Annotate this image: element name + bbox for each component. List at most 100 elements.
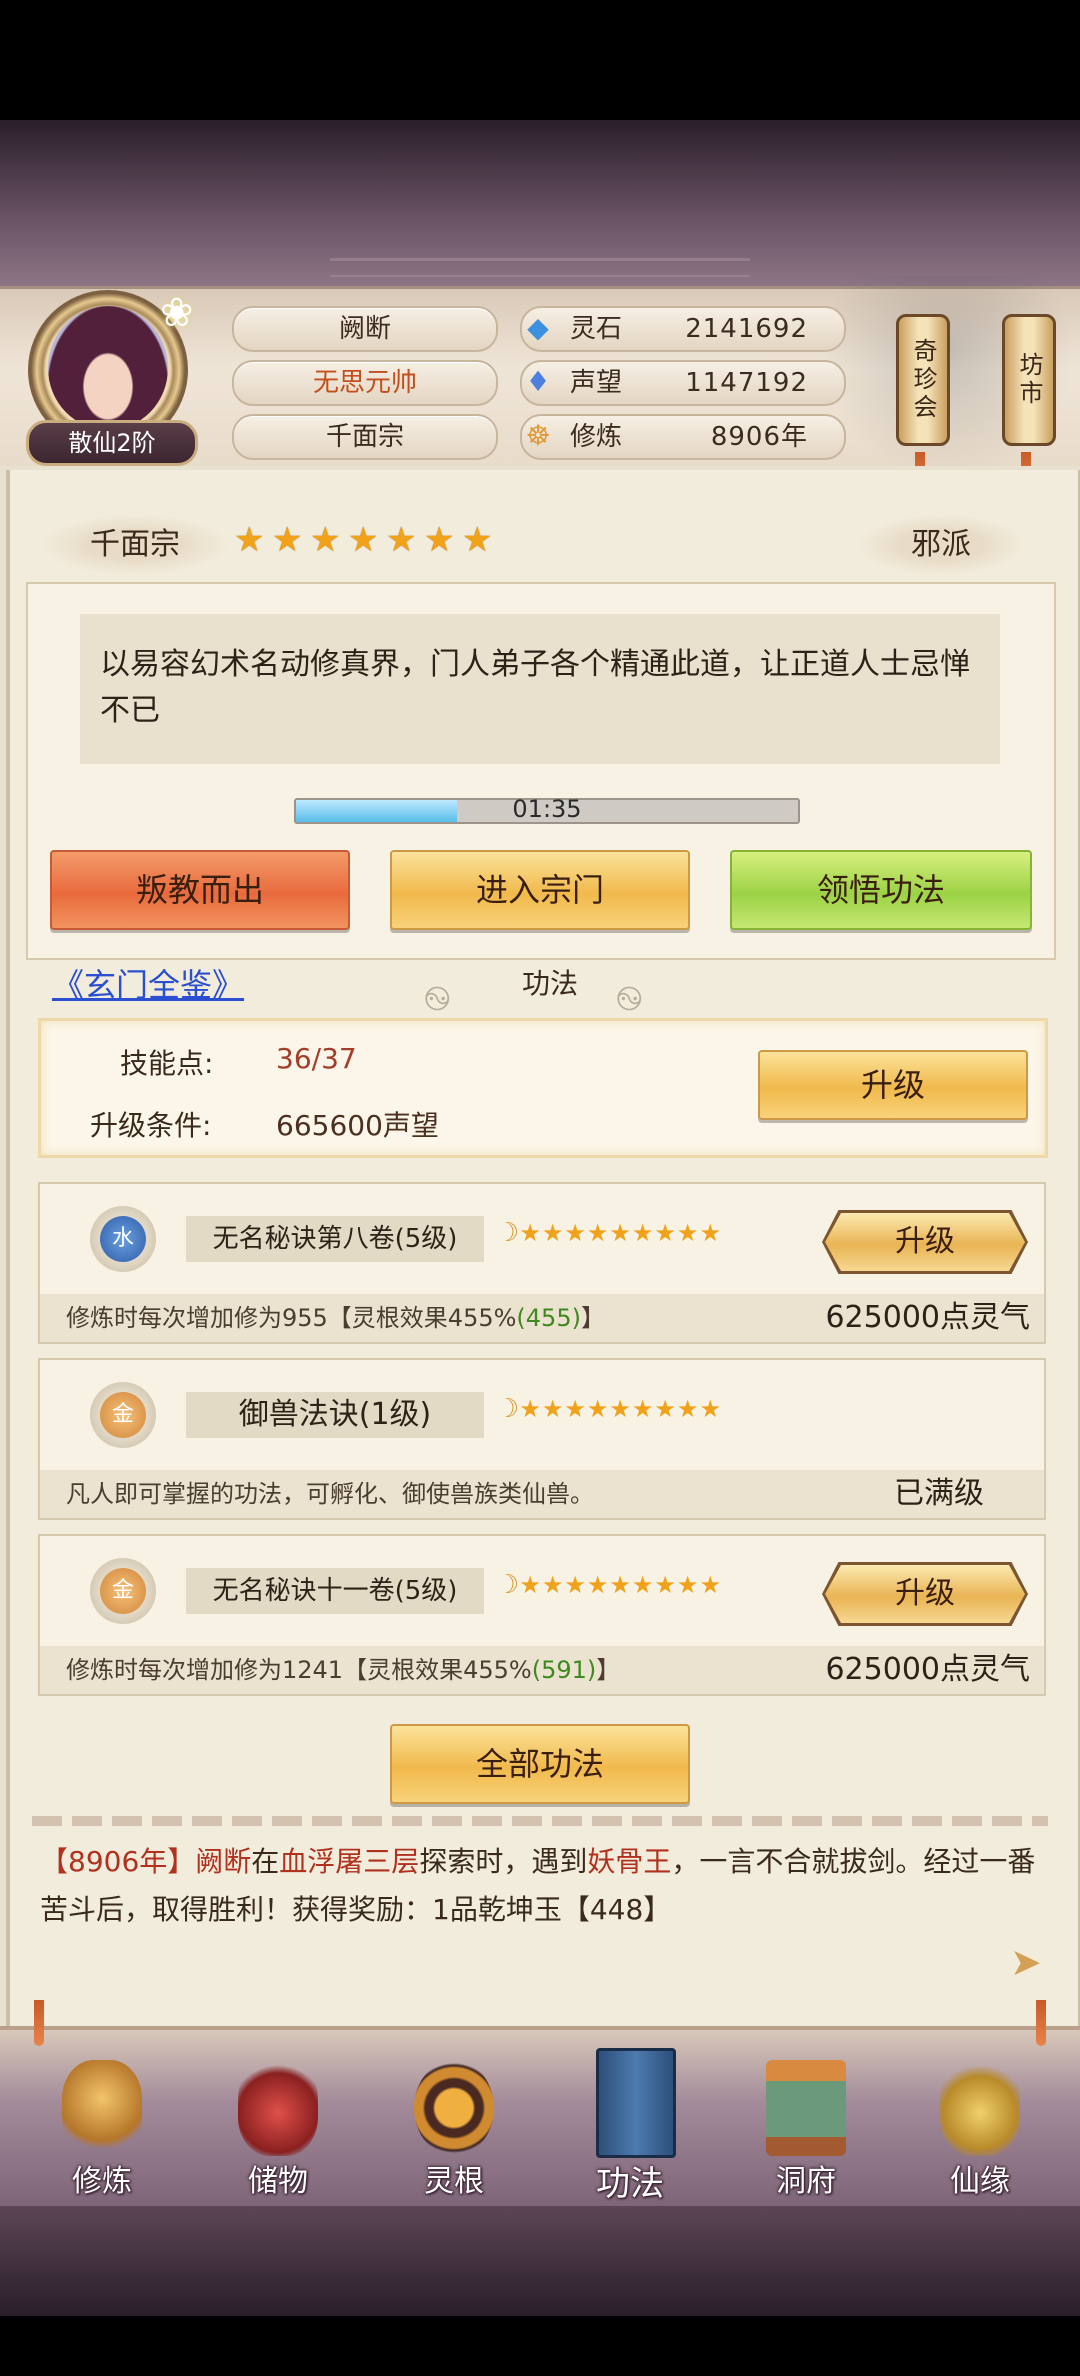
metal-element-icon: 金 bbox=[90, 1382, 156, 1448]
nav-storage[interactable]: 储物 bbox=[218, 2060, 338, 2210]
technique-stars: ☽★★★★★★★★★ bbox=[496, 1394, 722, 1424]
star-icon: ★ bbox=[564, 1571, 586, 1599]
upgrade-technique-button[interactable]: 升级 bbox=[825, 1565, 1025, 1623]
star-icon: ★ bbox=[519, 1219, 541, 1247]
star-icon: ★ bbox=[609, 1571, 631, 1599]
star-icon: ★ bbox=[541, 1571, 564, 1599]
sect-stars: ★ ★ ★ ★ ★ ★ ★ bbox=[234, 523, 500, 557]
comprehend-technique-button[interactable]: 领悟功法 bbox=[730, 850, 1032, 930]
enter-sect-button[interactable]: 进入宗门 bbox=[390, 850, 690, 930]
skill-points-value: 36/37 bbox=[276, 1042, 357, 1075]
star-icon: ★ bbox=[519, 1571, 541, 1599]
star-icon: ★ bbox=[631, 1571, 654, 1599]
star-icon: ★ bbox=[609, 1395, 631, 1423]
event-enemy: 妖骨王 bbox=[587, 1845, 672, 1878]
market-button[interactable]: 坊市 bbox=[1002, 314, 1056, 446]
meditation-icon bbox=[62, 2060, 142, 2156]
skill-points-label: 技能点: bbox=[120, 1047, 214, 1080]
desc-text: 修炼时每次增加修为1241【灵根效果455% bbox=[66, 1656, 532, 1684]
player-sect: 千面宗 bbox=[232, 414, 498, 460]
technique-name: 无名秘诀十一卷(5级) bbox=[186, 1568, 484, 1614]
star-icon: ★ bbox=[310, 520, 341, 560]
element-text: 金 bbox=[111, 1578, 134, 1603]
nav-bottom-backdrop bbox=[0, 2206, 1080, 2316]
bow-decoration-icon: ❀ bbox=[160, 290, 194, 336]
technique-card: 金 御兽法诀(1级) ☽★★★★★★★★★ 凡人即可掌握的功法，可孵化、御使兽族… bbox=[38, 1358, 1046, 1520]
bag-icon bbox=[238, 2060, 318, 2156]
star-icon: ★ bbox=[586, 1571, 609, 1599]
star-icon: ★ bbox=[541, 1395, 564, 1423]
bottom-bar-area bbox=[0, 2316, 1080, 2376]
desc-text: 】 bbox=[580, 1304, 605, 1332]
event-location: 血浮屠三层 bbox=[279, 1845, 420, 1878]
tassel-decoration bbox=[34, 2000, 44, 2046]
technique-cost: 625000点灵气 bbox=[825, 1300, 1030, 1335]
star-icon: ★ bbox=[654, 1219, 676, 1247]
star-icon: ★ bbox=[462, 520, 493, 560]
all-techniques-button[interactable]: 全部功法 bbox=[390, 1724, 690, 1804]
technique-card: 金 无名秘诀十一卷(5级) ☽★★★★★★★★★ 升级 修炼时每次增加修为124… bbox=[38, 1534, 1046, 1696]
resource-spirit-stone: ◆ 灵石 2141692 bbox=[520, 306, 846, 352]
header-ornament bbox=[330, 258, 750, 277]
star-icon: ★ bbox=[676, 1219, 699, 1247]
star-icon: ★ bbox=[519, 1395, 541, 1423]
nav-spirit-root[interactable]: 灵根 bbox=[394, 2060, 514, 2210]
player-name: 阙断 bbox=[232, 306, 498, 352]
nav-technique-active[interactable]: 功法 bbox=[570, 2048, 690, 2210]
spirit-root-icon bbox=[414, 2060, 494, 2156]
event-text: 探索时，遇到 bbox=[419, 1845, 588, 1878]
qizhen-hui-button[interactable]: 奇珍会 bbox=[896, 314, 950, 446]
moon-icon: ☽ bbox=[496, 1394, 520, 1424]
bottom-nav bbox=[0, 2026, 1080, 2210]
star-icon: ★ bbox=[586, 1219, 609, 1247]
tassel-decoration bbox=[1036, 2000, 1046, 2046]
book-icon bbox=[596, 2048, 676, 2158]
nav-fortune[interactable]: 仙缘 bbox=[920, 2060, 1040, 2210]
leave-sect-button[interactable]: 叛教而出 bbox=[50, 850, 350, 930]
nav-cave-dwelling[interactable]: 洞府 bbox=[746, 2060, 866, 2210]
technique-description: 修炼时每次增加修为1241【灵根效果455%(591)】 bbox=[66, 1646, 620, 1694]
star-icon: ★ bbox=[609, 1219, 631, 1247]
nav-label: 仙缘 bbox=[950, 2164, 1010, 2199]
nav-label: 灵根 bbox=[424, 2164, 484, 2199]
resource-value: 2141692 bbox=[685, 314, 808, 344]
moon-icon: ☽ bbox=[496, 1570, 520, 1600]
star-icon: ★ bbox=[631, 1395, 654, 1423]
encyclopedia-link[interactable]: 《玄门全鉴》 bbox=[52, 960, 244, 1006]
star-icon: ★ bbox=[654, 1395, 676, 1423]
rank-badge: 散仙2阶 bbox=[26, 420, 198, 466]
resource-reputation: ♦ 声望 1147192 bbox=[520, 360, 846, 406]
event-divider bbox=[32, 1816, 1048, 1826]
desc-bonus: (591) bbox=[531, 1656, 597, 1684]
event-next-arrow-icon[interactable]: ➤ bbox=[1010, 1940, 1042, 1984]
star-icon: ★ bbox=[564, 1395, 586, 1423]
star-icon: ★ bbox=[586, 1395, 609, 1423]
nav-label: 洞府 bbox=[776, 2164, 836, 2199]
metal-element-icon: 金 bbox=[90, 1558, 156, 1624]
event-player: 阙断 bbox=[195, 1845, 252, 1878]
star-icon: ★ bbox=[272, 520, 303, 560]
avatar[interactable] bbox=[48, 306, 168, 430]
resource-label: 灵石 bbox=[570, 314, 623, 344]
nav-cultivate[interactable]: 修炼 bbox=[42, 2060, 162, 2210]
upgrade-skill-points-button[interactable]: 升级 bbox=[758, 1050, 1028, 1120]
technique-name: 御兽法诀(1级) bbox=[186, 1392, 484, 1438]
desc-text: 修炼时每次增加修为955【灵根效果455% bbox=[66, 1304, 517, 1332]
upgrade-technique-button[interactable]: 升级 bbox=[825, 1213, 1025, 1271]
star-icon: ★ bbox=[564, 1219, 586, 1247]
element-text: 金 bbox=[111, 1402, 134, 1427]
event-text: 在 bbox=[251, 1845, 280, 1878]
technique-description: 凡人即可掌握的功法，可孵化、御使兽族类仙兽。 bbox=[66, 1480, 594, 1508]
technique-stars: ☽★★★★★★★★★ bbox=[496, 1218, 722, 1248]
water-element-icon: 水 bbox=[90, 1206, 156, 1272]
star-icon: ★ bbox=[348, 520, 379, 560]
star-icon: ★ bbox=[541, 1219, 564, 1247]
event-year: 【8906年】 bbox=[40, 1845, 196, 1878]
desc-bonus: (455) bbox=[516, 1304, 581, 1332]
gourd-icon bbox=[940, 2060, 1020, 2156]
desc-text: 】 bbox=[596, 1656, 621, 1684]
star-icon: ★ bbox=[699, 1395, 721, 1423]
star-icon: ★ bbox=[234, 520, 265, 560]
timer-text: 01:35 bbox=[512, 795, 582, 823]
technique-max-level: 已满级 bbox=[894, 1476, 984, 1511]
